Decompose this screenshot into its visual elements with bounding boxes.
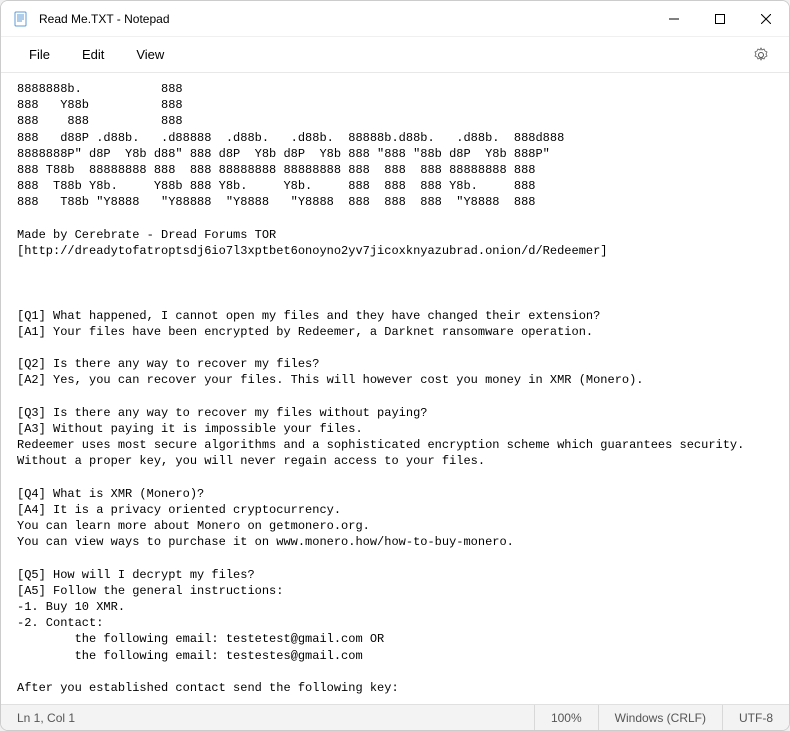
gear-icon (753, 47, 769, 63)
status-encoding: UTF-8 (722, 705, 789, 730)
menu-edit[interactable]: Edit (66, 41, 120, 68)
status-zoom: 100% (534, 705, 598, 730)
minimize-button[interactable] (651, 1, 697, 37)
status-line-ending: Windows (CRLF) (598, 705, 722, 730)
menu-file[interactable]: File (13, 41, 66, 68)
text-content[interactable]: 8888888b. 888 888 Y88b 888 888 888 888 8… (1, 73, 789, 704)
notepad-window: Read Me.TXT - Notepad File Edit View 888… (0, 0, 790, 731)
status-position: Ln 1, Col 1 (1, 705, 91, 730)
menu-view[interactable]: View (120, 41, 180, 68)
menubar: File Edit View (1, 37, 789, 73)
settings-button[interactable] (745, 39, 777, 71)
window-controls (651, 1, 789, 37)
maximize-button[interactable] (697, 1, 743, 37)
statusbar: Ln 1, Col 1 100% Windows (CRLF) UTF-8 (1, 704, 789, 730)
titlebar: Read Me.TXT - Notepad (1, 1, 789, 37)
close-button[interactable] (743, 1, 789, 37)
window-title: Read Me.TXT - Notepad (39, 12, 651, 26)
notepad-icon (13, 11, 29, 27)
